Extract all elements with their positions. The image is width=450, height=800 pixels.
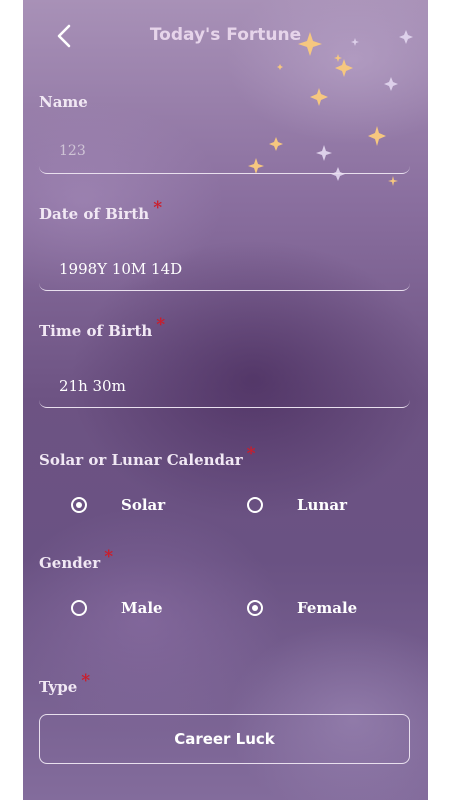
- birth-time-field[interactable]: 21h 30m: [39, 367, 410, 408]
- type-label: Type *: [39, 671, 90, 697]
- required-mark: *: [153, 198, 163, 218]
- name-label-text: Name: [39, 93, 88, 111]
- calendar-option-label: Solar: [121, 496, 166, 514]
- app-screen: Today's Fortune Name 123 Date of Birth * …: [23, 0, 428, 800]
- birth-date-value: 1998Y 10M 14D: [59, 260, 183, 278]
- gender-label: Gender *: [39, 547, 113, 573]
- birth-date-label-text: Date of Birth: [39, 205, 150, 223]
- name-value: 123: [59, 143, 86, 159]
- required-mark: *: [246, 444, 256, 464]
- birth-time-label-text: Time of Birth: [39, 322, 153, 340]
- birth-date-field[interactable]: 1998Y 10M 14D: [39, 250, 410, 291]
- radio-unselected-icon: [71, 600, 87, 616]
- calendar-label-text: Solar or Lunar Calendar: [39, 451, 243, 469]
- calendar-option-lunar[interactable]: Lunar: [247, 496, 347, 514]
- calendar-option-label: Lunar: [297, 496, 347, 514]
- birth-time-label: Time of Birth *: [39, 315, 165, 341]
- gender-option-label: Female: [297, 599, 358, 617]
- type-label-text: Type: [39, 678, 78, 696]
- page-title: Today's Fortune: [149, 25, 302, 45]
- gender-option-male[interactable]: Male: [71, 599, 163, 617]
- radio-unselected-icon: [247, 497, 263, 513]
- required-mark: *: [156, 315, 166, 335]
- radio-selected-icon: [247, 600, 263, 616]
- birth-date-label: Date of Birth *: [39, 198, 162, 224]
- calendar-label: Solar or Lunar Calendar *: [39, 444, 256, 470]
- birth-time-value: 21h 30m: [59, 377, 126, 395]
- required-mark: *: [81, 671, 91, 691]
- required-mark: *: [104, 547, 114, 567]
- calendar-option-solar[interactable]: Solar: [71, 496, 165, 514]
- type-select-button[interactable]: Career Luck: [39, 714, 410, 764]
- top-bar: Today's Fortune: [23, 0, 428, 70]
- gender-label-text: Gender: [39, 554, 101, 572]
- gender-option-female[interactable]: Female: [247, 599, 357, 617]
- radio-selected-icon: [71, 497, 87, 513]
- gender-option-label: Male: [121, 599, 163, 617]
- name-field[interactable]: 123: [39, 133, 410, 174]
- name-label: Name: [39, 93, 88, 111]
